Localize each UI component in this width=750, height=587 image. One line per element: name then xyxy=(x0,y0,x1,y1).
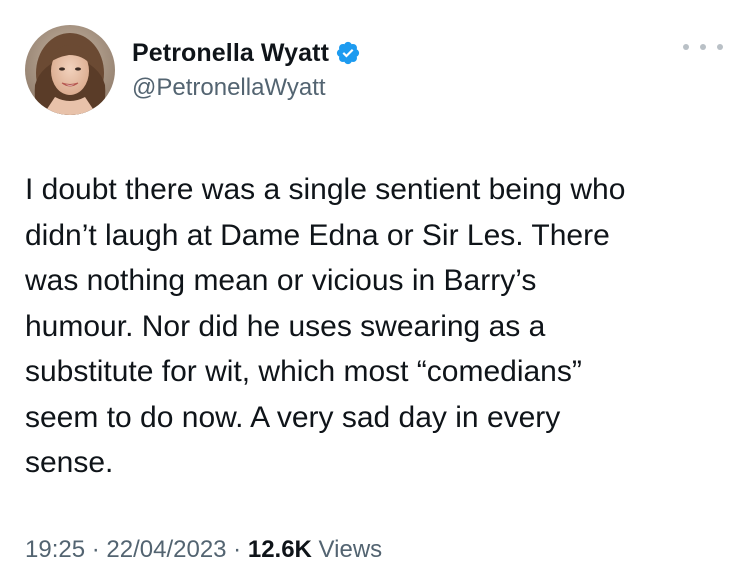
author-name-row: Petronella Wyatt xyxy=(132,36,361,70)
tweet-card: Petronella Wyatt @PetronellaWyatt I doub… xyxy=(0,0,750,587)
views-label: Views xyxy=(311,536,383,563)
avatar-photo xyxy=(25,25,115,115)
more-dot xyxy=(700,44,706,50)
tweet-meta: 19:25 · 22/04/2023 · 12.6K Views xyxy=(25,536,382,564)
author-handle[interactable]: @PetronellaWyatt xyxy=(132,74,326,102)
meta-separator: · xyxy=(85,536,107,563)
views-count[interactable]: 12.6K xyxy=(248,536,312,563)
avatar[interactable] xyxy=(25,25,115,115)
author-display-name[interactable]: Petronella Wyatt xyxy=(132,39,329,68)
verified-badge-icon[interactable] xyxy=(335,40,361,66)
more-dot xyxy=(683,44,689,50)
tweet-date[interactable]: 22/04/2023 xyxy=(106,536,226,563)
more-dot xyxy=(717,44,723,50)
more-options-icon[interactable] xyxy=(683,37,723,57)
tweet-time[interactable]: 19:25 xyxy=(25,536,85,563)
tweet-text: I doubt there was a single sentient bein… xyxy=(25,173,626,479)
meta-separator: · xyxy=(226,536,248,563)
